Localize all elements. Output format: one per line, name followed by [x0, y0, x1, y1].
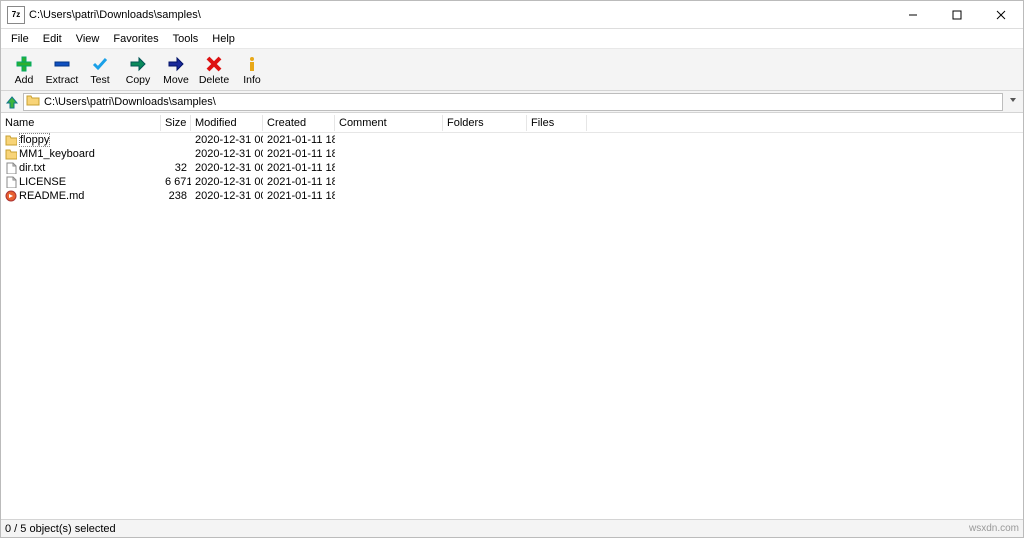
table-row[interactable]: MM1_keyboard 2020-12-31 00:092021-01-11 1… — [1, 147, 1023, 161]
folder-icon — [26, 94, 40, 109]
column-header-row: Name Size Modified Created Comment Folde… — [1, 113, 1023, 133]
move-label: Move — [163, 74, 189, 86]
menubar: File Edit View Favorites Tools Help — [1, 29, 1023, 49]
status-text: 0 / 5 object(s) selected — [5, 523, 116, 535]
move-button[interactable]: Move — [157, 51, 195, 88]
arrow-right-solid-icon — [166, 54, 186, 74]
file-created: 2021-01-11 18:17 — [263, 134, 335, 146]
md-icon — [5, 190, 17, 202]
add-label: Add — [15, 74, 34, 86]
column-files[interactable]: Files — [527, 115, 587, 131]
check-icon — [90, 54, 110, 74]
file-size: 6 671 — [161, 176, 191, 188]
column-comment[interactable]: Comment — [335, 115, 443, 131]
file-created: 2021-01-11 18:18 — [263, 162, 335, 174]
x-icon — [204, 54, 224, 74]
file-modified: 2020-12-31 00:25 — [191, 162, 263, 174]
table-row[interactable]: LICENSE 6 6712020-12-31 00:252021-01-11 1… — [1, 175, 1023, 189]
file-name: MM1_keyboard — [19, 148, 95, 160]
file-name: floppy — [19, 133, 50, 147]
menu-favorites[interactable]: Favorites — [107, 32, 164, 46]
plus-icon — [14, 54, 34, 74]
folder-icon — [5, 148, 17, 160]
table-row[interactable]: README.md 2382020-12-31 00:252021-01-11 1… — [1, 189, 1023, 203]
minus-icon — [52, 54, 72, 74]
menu-tools[interactable]: Tools — [167, 32, 205, 46]
table-row[interactable]: floppy 2020-12-31 00:092021-01-11 18:17 — [1, 133, 1023, 147]
column-modified[interactable]: Modified — [191, 115, 263, 131]
file-modified: 2020-12-31 00:09 — [191, 134, 263, 146]
doc-icon — [5, 162, 17, 174]
statusbar: 0 / 5 object(s) selected wsxdn.com — [1, 519, 1023, 537]
address-input[interactable]: C:\Users\patri\Downloads\samples\ — [23, 93, 1003, 111]
titlebar: 7z C:\Users\patri\Downloads\samples\ — [1, 1, 1023, 29]
extract-label: Extract — [46, 74, 79, 86]
delete-label: Delete — [199, 74, 229, 86]
add-button[interactable]: Add — [5, 51, 43, 88]
arrow-right-icon — [128, 54, 148, 74]
menu-edit[interactable]: Edit — [37, 32, 68, 46]
column-name[interactable]: Name — [1, 115, 161, 131]
menu-view[interactable]: View — [70, 32, 106, 46]
file-size: 238 — [161, 190, 191, 202]
file-modified: 2020-12-31 00:25 — [191, 176, 263, 188]
address-dropdown[interactable] — [1005, 95, 1021, 108]
toolbar: Add Extract Test Copy Move Delete Info — [1, 49, 1023, 91]
file-name: dir.txt — [19, 162, 45, 174]
file-modified: 2020-12-31 00:09 — [191, 148, 263, 160]
column-size[interactable]: Size — [161, 115, 191, 131]
watermark: wsxdn.com — [969, 523, 1019, 534]
maximize-button[interactable] — [935, 1, 979, 29]
file-created: 2021-01-11 18:17 — [263, 148, 335, 160]
file-created: 2021-01-11 18:18 — [263, 176, 335, 188]
address-text: C:\Users\patri\Downloads\samples\ — [44, 96, 216, 108]
file-size: 32 — [161, 162, 191, 174]
app-icon: 7z — [7, 6, 25, 24]
extract-button[interactable]: Extract — [43, 51, 81, 88]
file-created: 2021-01-11 18:18 — [263, 190, 335, 202]
delete-button[interactable]: Delete — [195, 51, 233, 88]
column-created[interactable]: Created — [263, 115, 335, 131]
doc-icon — [5, 176, 17, 188]
test-label: Test — [90, 74, 109, 86]
file-name: LICENSE — [19, 176, 66, 188]
addressbar: C:\Users\patri\Downloads\samples\ — [1, 91, 1023, 113]
file-list[interactable]: floppy2020-12-31 00:092021-01-11 18:17MM… — [1, 133, 1023, 519]
up-button[interactable] — [3, 93, 21, 111]
column-folders[interactable]: Folders — [443, 115, 527, 131]
info-icon — [242, 54, 262, 74]
file-name: README.md — [19, 190, 84, 202]
test-button[interactable]: Test — [81, 51, 119, 88]
close-button[interactable] — [979, 1, 1023, 29]
folder-icon — [5, 134, 17, 146]
minimize-button[interactable] — [891, 1, 935, 29]
table-row[interactable]: dir.txt 322020-12-31 00:252021-01-11 18:1… — [1, 161, 1023, 175]
menu-file[interactable]: File — [5, 32, 35, 46]
copy-label: Copy — [126, 74, 151, 86]
window-title: C:\Users\patri\Downloads\samples\ — [29, 9, 891, 21]
copy-button[interactable]: Copy — [119, 51, 157, 88]
menu-help[interactable]: Help — [206, 32, 241, 46]
file-modified: 2020-12-31 00:25 — [191, 190, 263, 202]
info-label: Info — [243, 74, 261, 86]
info-button[interactable]: Info — [233, 51, 271, 88]
